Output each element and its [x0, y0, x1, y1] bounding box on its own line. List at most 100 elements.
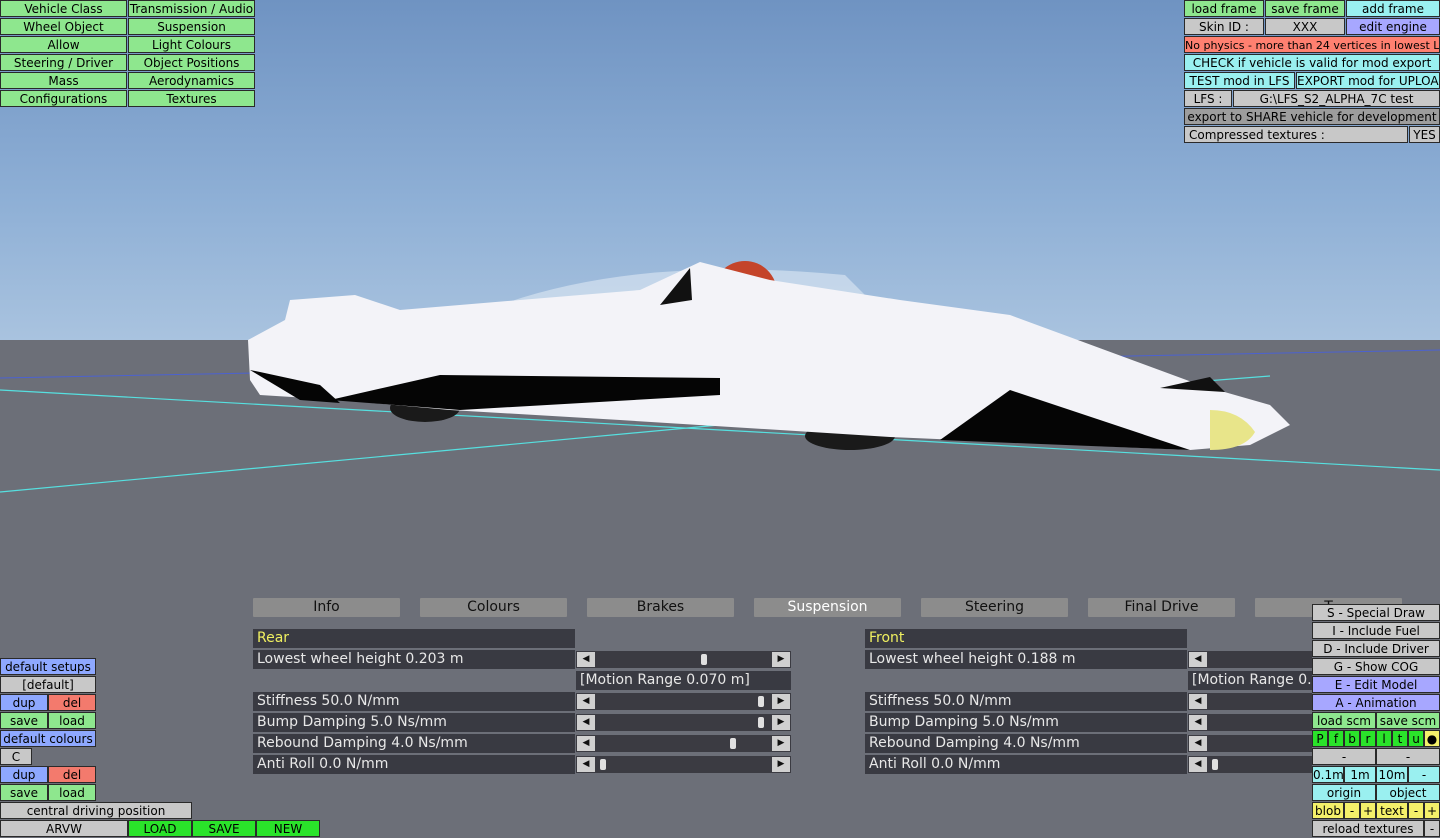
- export-mod-button[interactable]: EXPORT mod for UPLOAD: [1296, 72, 1440, 89]
- menu-configurations[interactable]: Configurations: [0, 90, 127, 107]
- setup-load-button[interactable]: load: [48, 712, 96, 729]
- minus-button-left[interactable]: -: [1312, 748, 1376, 765]
- menu-allow[interactable]: Allow: [0, 36, 127, 53]
- left-arrow-icon[interactable]: ◀: [577, 715, 595, 730]
- rear-stiffness-slider[interactable]: ◀ ▶: [576, 693, 791, 710]
- right-arrow-icon[interactable]: ▶: [772, 652, 790, 667]
- setup-del-button[interactable]: del: [48, 694, 96, 711]
- rear-rebound-damping-slider[interactable]: ◀ ▶: [576, 735, 791, 752]
- left-arrow-icon[interactable]: ◀: [577, 694, 595, 709]
- tab-suspension[interactable]: Suspension: [754, 598, 901, 617]
- menu-transmission-audio[interactable]: Transmission / Audio: [128, 0, 255, 17]
- front-lowest-wheel-slider[interactable]: ◀: [1188, 651, 1312, 668]
- right-arrow-icon[interactable]: ▶: [772, 694, 790, 709]
- show-cog-button[interactable]: G - Show COG: [1312, 658, 1440, 675]
- colour-entry-c[interactable]: C: [0, 748, 32, 765]
- toggle-f[interactable]: f: [1328, 730, 1344, 747]
- left-arrow-icon[interactable]: ◀: [1189, 652, 1207, 667]
- reload-textures-button[interactable]: reload textures: [1312, 820, 1424, 837]
- save-frame-button[interactable]: save frame: [1265, 0, 1345, 17]
- slider-knob[interactable]: [701, 654, 708, 665]
- front-anti-roll-slider[interactable]: ◀: [1188, 756, 1312, 773]
- add-frame-button[interactable]: add frame: [1346, 0, 1440, 17]
- slider-knob[interactable]: [758, 717, 765, 728]
- text-button[interactable]: text: [1376, 802, 1408, 819]
- default-colours-button[interactable]: default colours: [0, 730, 96, 747]
- include-driver-button[interactable]: D - Include Driver: [1312, 640, 1440, 657]
- right-arrow-icon[interactable]: ▶: [772, 757, 790, 772]
- slider-knob[interactable]: [758, 696, 765, 707]
- edit-engine-button[interactable]: edit engine: [1346, 18, 1440, 35]
- front-bump-damping-slider[interactable]: ◀: [1188, 714, 1312, 731]
- tab-colours[interactable]: Colours: [420, 598, 567, 617]
- skin-id-value[interactable]: XXX: [1265, 18, 1345, 35]
- rear-lowest-wheel-slider[interactable]: ◀ ▶: [576, 651, 791, 668]
- edit-model-button[interactable]: E - Edit Model: [1312, 676, 1440, 693]
- left-arrow-icon[interactable]: ◀: [577, 652, 595, 667]
- step-0-1m-button[interactable]: 0.1m: [1312, 766, 1344, 783]
- text-minus-button[interactable]: -: [1408, 802, 1424, 819]
- colour-save-button[interactable]: save: [0, 784, 48, 801]
- lfs-path[interactable]: G:\LFS_S2_ALPHA_7C test: [1233, 90, 1440, 107]
- reload-minus-button[interactable]: -: [1424, 820, 1440, 837]
- toggle-b[interactable]: b: [1344, 730, 1360, 747]
- load-scm-button[interactable]: load scm: [1312, 712, 1376, 729]
- central-driving-position-button[interactable]: central driving position: [0, 802, 192, 819]
- menu-vehicle-class[interactable]: Vehicle Class: [0, 0, 127, 17]
- step-10m-button[interactable]: 10m: [1376, 766, 1408, 783]
- front-stiffness-slider[interactable]: ◀: [1188, 693, 1312, 710]
- menu-object-positions[interactable]: Object Positions: [128, 54, 255, 71]
- colour-dup-button[interactable]: dup: [0, 766, 48, 783]
- toggle-p[interactable]: P: [1312, 730, 1328, 747]
- left-arrow-icon[interactable]: ◀: [1189, 694, 1207, 709]
- right-arrow-icon[interactable]: ▶: [772, 736, 790, 751]
- left-arrow-icon[interactable]: ◀: [1189, 715, 1207, 730]
- rear-bump-damping-slider[interactable]: ◀ ▶: [576, 714, 791, 731]
- text-plus-button[interactable]: +: [1424, 802, 1440, 819]
- right-arrow-icon[interactable]: ▶: [772, 715, 790, 730]
- blob-plus-button[interactable]: +: [1360, 802, 1376, 819]
- slider-knob[interactable]: [600, 759, 606, 770]
- object-button[interactable]: object: [1376, 784, 1440, 801]
- menu-wheel-object[interactable]: Wheel Object: [0, 18, 127, 35]
- default-setups-button[interactable]: default setups: [0, 658, 96, 675]
- tab-info[interactable]: Info: [253, 598, 400, 617]
- slider-knob[interactable]: [730, 738, 737, 749]
- colour-del-button[interactable]: del: [48, 766, 96, 783]
- minus-button-right[interactable]: -: [1376, 748, 1440, 765]
- rear-anti-roll-slider[interactable]: ◀ ▶: [576, 756, 791, 773]
- load-car-button[interactable]: LOAD: [128, 820, 192, 837]
- toggle-t[interactable]: t: [1392, 730, 1408, 747]
- colour-load-button[interactable]: load: [48, 784, 96, 801]
- blob-minus-button[interactable]: -: [1344, 802, 1360, 819]
- menu-aerodynamics[interactable]: Aerodynamics: [128, 72, 255, 89]
- check-valid-button[interactable]: CHECK if vehicle is valid for mod export: [1184, 54, 1440, 71]
- left-arrow-icon[interactable]: ◀: [577, 736, 595, 751]
- slider-knob[interactable]: [1212, 759, 1218, 770]
- arvw-field[interactable]: ARVW: [0, 820, 128, 837]
- blob-button[interactable]: blob: [1312, 802, 1344, 819]
- compressed-textures-value[interactable]: YES: [1409, 126, 1440, 143]
- special-draw-button[interactable]: S - Special Draw: [1312, 604, 1440, 621]
- toggle-dot-icon[interactable]: ●: [1424, 730, 1440, 747]
- menu-steering-driver[interactable]: Steering / Driver: [0, 54, 127, 71]
- save-scm-button[interactable]: save scm: [1376, 712, 1440, 729]
- test-mod-button[interactable]: TEST mod in LFS: [1184, 72, 1295, 89]
- front-rebound-damping-slider[interactable]: ◀: [1188, 735, 1312, 752]
- tab-final-drive[interactable]: Final Drive: [1088, 598, 1235, 617]
- menu-suspension[interactable]: Suspension: [128, 18, 255, 35]
- left-arrow-icon[interactable]: ◀: [577, 757, 595, 772]
- left-arrow-icon[interactable]: ◀: [1189, 757, 1207, 772]
- left-arrow-icon[interactable]: ◀: [1189, 736, 1207, 751]
- menu-textures[interactable]: Textures: [128, 90, 255, 107]
- toggle-l[interactable]: l: [1376, 730, 1392, 747]
- new-car-button[interactable]: NEW: [256, 820, 320, 837]
- export-share-button[interactable]: export to SHARE vehicle for development: [1184, 108, 1440, 125]
- menu-mass[interactable]: Mass: [0, 72, 127, 89]
- step-1m-button[interactable]: 1m: [1344, 766, 1376, 783]
- include-fuel-button[interactable]: I - Include Fuel: [1312, 622, 1440, 639]
- setup-save-button[interactable]: save: [0, 712, 48, 729]
- toggle-u[interactable]: u: [1408, 730, 1424, 747]
- step-minus-button[interactable]: -: [1408, 766, 1440, 783]
- default-setup-entry[interactable]: [default]: [0, 676, 96, 693]
